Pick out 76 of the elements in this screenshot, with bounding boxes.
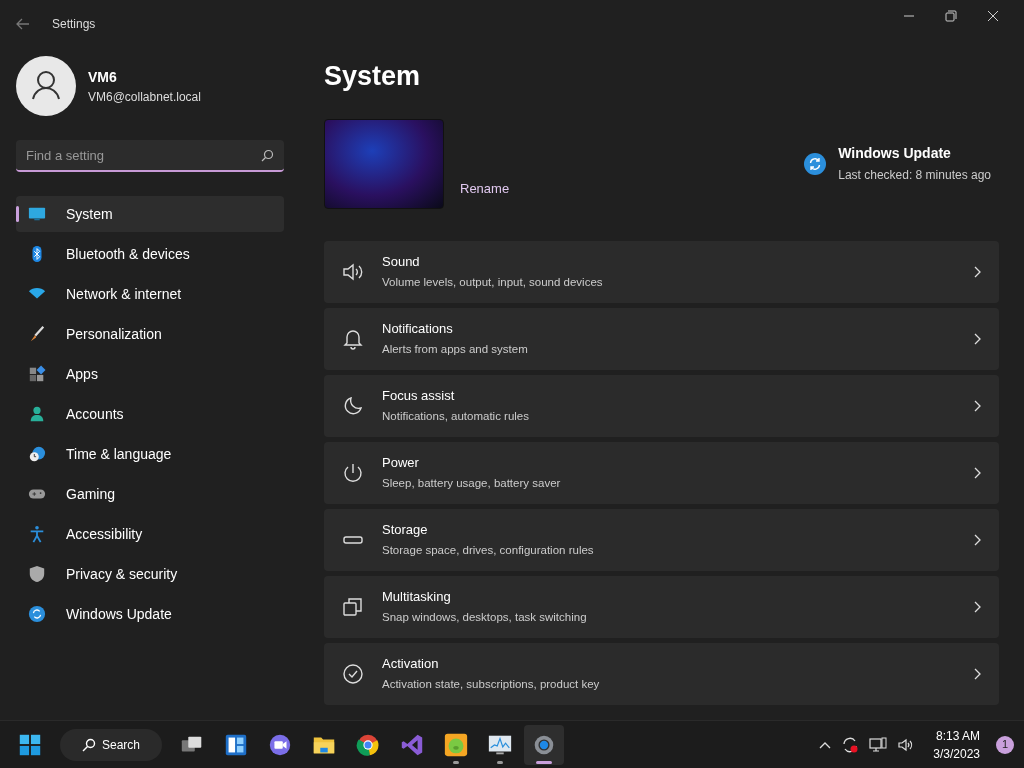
pig-game-icon — [443, 731, 470, 758]
accessibility-icon — [28, 525, 46, 543]
settings-card[interactable]: Focus assist Notifications, automatic rules — [324, 374, 999, 437]
monitor-icon — [28, 205, 46, 223]
settings-card[interactable]: Storage Storage space, drives, configuration rules — [324, 508, 999, 571]
sidebar-item[interactable]: Gaming — [16, 476, 284, 512]
sidebar-item[interactable]: Apps — [16, 356, 284, 392]
close-icon[interactable] — [987, 10, 999, 22]
check-circle-icon — [342, 662, 364, 685]
settings-card[interactable]: Notifications Alerts from apps and system — [324, 307, 999, 370]
card-title: Notifications — [382, 320, 454, 339]
card-subtitle: Storage space, drives, configuration rules — [382, 542, 595, 558]
sidebar-item[interactable]: Time & language — [16, 436, 284, 472]
card-subtitle: Sleep, battery usage, battery saver — [382, 475, 562, 491]
brush-icon — [28, 325, 46, 343]
person-icon — [28, 405, 46, 423]
sidebar-item[interactable]: System — [16, 196, 284, 232]
settings-card[interactable]: Multitasking Snap windows, desktops, task switching — [324, 575, 999, 638]
window-title: Settings — [52, 16, 96, 33]
apps-icon — [28, 365, 46, 383]
update-title[interactable]: Windows Update — [838, 143, 991, 164]
page-title: System — [324, 60, 422, 93]
card-title: Storage — [382, 521, 429, 540]
chevron-right-icon — [973, 533, 981, 546]
card-subtitle: Activation state, subscriptions, product key — [382, 676, 601, 692]
notification-count[interactable]: 1 — [996, 735, 1014, 754]
windows-stack-icon — [342, 595, 364, 618]
card-title: Power — [382, 454, 420, 473]
card-title: Multitasking — [382, 588, 452, 607]
sidebar-item[interactable]: Network & internet — [16, 276, 284, 312]
chevron-right-icon — [973, 667, 981, 680]
shield-icon — [28, 565, 46, 583]
sidebar-item[interactable]: Windows Update — [16, 596, 284, 632]
maximize-icon[interactable] — [945, 10, 957, 22]
taskbar-search-button[interactable]: Search — [60, 728, 163, 761]
user-name: VM6 — [88, 67, 118, 87]
update-icon — [804, 152, 827, 175]
card-subtitle: Notifications, automatic rules — [382, 408, 530, 424]
card-subtitle: Snap windows, desktops, task switching — [382, 609, 588, 625]
card-subtitle: Alerts from apps and system — [382, 341, 529, 357]
network-icon[interactable] — [869, 736, 888, 753]
sidebar-item[interactable]: Privacy & security — [16, 556, 284, 592]
clock-time[interactable]: 8:13 AM — [935, 726, 980, 745]
settings-card[interactable]: Power Sleep, battery usage, battery saver — [324, 441, 999, 504]
moon-icon — [342, 394, 364, 417]
globe-clock-icon — [28, 445, 46, 463]
chevron-right-icon — [973, 466, 981, 479]
sidebar-item[interactable]: Accounts — [16, 396, 284, 432]
taskbar-app[interactable] — [524, 724, 565, 765]
rename-link[interactable]: Rename — [460, 178, 510, 199]
chevron-right-icon — [973, 265, 981, 278]
chevron-right-icon — [973, 399, 981, 412]
chevron-right-icon — [973, 332, 981, 345]
sync-icon — [28, 605, 46, 623]
chevron-up-icon[interactable] — [819, 740, 832, 749]
power-icon — [342, 461, 364, 484]
clock-date[interactable]: 3/3/2023 — [933, 744, 980, 763]
back-arrow-icon[interactable] — [16, 18, 30, 30]
sidebar-item[interactable]: Accessibility — [16, 516, 284, 552]
sync-icon[interactable] — [841, 735, 860, 754]
settings-card[interactable]: Sound Volume levels, output, input, sound devices — [324, 240, 999, 303]
card-title: Activation — [382, 655, 440, 674]
settings-card[interactable]: Activation Activation state, subscriptions, product key — [324, 642, 999, 705]
update-status: Last checked: 8 minutes ago — [838, 167, 991, 184]
search-icon — [82, 737, 96, 752]
sidebar-item[interactable]: Personalization — [16, 316, 284, 352]
chevron-right-icon — [973, 600, 981, 613]
card-title: Focus assist — [382, 387, 456, 406]
user-email: VM6@collabnet.local — [88, 88, 201, 106]
search-field[interactable]: Find a setting — [16, 140, 284, 172]
bell-icon — [342, 327, 364, 350]
card-title: Sound — [382, 253, 421, 272]
avatar-icon[interactable] — [16, 56, 76, 116]
search-icon[interactable] — [261, 149, 274, 162]
card-subtitle: Volume levels, output, input, sound devices — [382, 274, 604, 290]
sidebar-item[interactable]: Bluetooth & devices — [16, 236, 284, 272]
